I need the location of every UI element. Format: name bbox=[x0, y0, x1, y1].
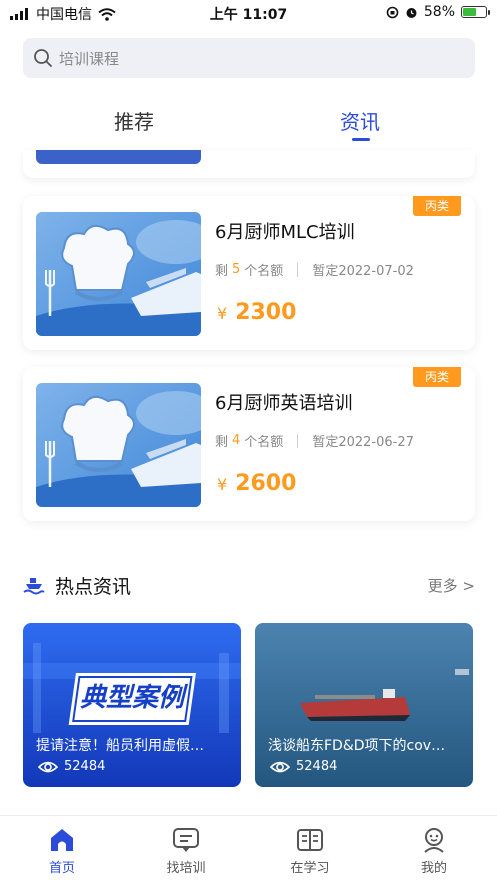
course-thumbnail-partial bbox=[36, 150, 201, 164]
remaining-prefix: 剩 bbox=[215, 264, 229, 279]
home-icon bbox=[51, 829, 73, 851]
tab-news[interactable]: 资讯 bbox=[340, 106, 380, 135]
remaining-count: 4 bbox=[232, 433, 241, 448]
news-title: 浅谈船东FD&D项下的cov… bbox=[268, 738, 446, 754]
course-price: ¥ 2600 bbox=[217, 471, 296, 496]
news-view-count: 52484 bbox=[64, 759, 106, 774]
course-title: 6月厨师MLC培训 bbox=[215, 222, 355, 243]
meta-divider bbox=[297, 433, 299, 448]
nav-learning-label: 在学习 bbox=[290, 861, 330, 876]
chat-icon bbox=[173, 828, 199, 852]
rotation-lock-icon bbox=[386, 6, 399, 18]
course-title: 6月厨师英语培训 bbox=[215, 393, 353, 414]
user-icon bbox=[424, 828, 444, 853]
nav-home[interactable]: 首页 bbox=[22, 826, 102, 876]
course-card[interactable]: 丙类 6月厨师MLC培训 剩 5 个名额 暂定2022-07-02 ¥ 2300 bbox=[23, 196, 475, 350]
meta-divider bbox=[297, 262, 299, 277]
search-bar[interactable]: 培训课程 bbox=[23, 38, 475, 78]
price-amount: 2600 bbox=[235, 471, 297, 496]
news-views: 52484 bbox=[38, 759, 105, 774]
book-icon bbox=[297, 829, 323, 851]
news-card[interactable]: 浅谈船东FD&D项下的cov… 52484 bbox=[255, 623, 473, 787]
news-card[interactable]: 典型案例 提请注意！船员利用虚假… 52484 bbox=[23, 623, 241, 787]
remaining-suffix: 个名额 bbox=[244, 435, 284, 450]
nav-mine[interactable]: 我的 bbox=[394, 826, 474, 876]
battery-icon bbox=[461, 6, 490, 18]
nav-mine-label: 我的 bbox=[420, 861, 447, 876]
status-bar: 中国电信 上午 11:07 58% bbox=[0, 0, 497, 26]
price-currency: ¥ bbox=[217, 475, 228, 494]
status-right: 58% bbox=[386, 4, 490, 20]
remaining-prefix: 剩 bbox=[215, 435, 229, 450]
ship-icon bbox=[23, 578, 45, 595]
news-title: 提请注意！船员利用虚假… bbox=[36, 738, 204, 754]
tab-active-indicator bbox=[352, 138, 370, 141]
course-meta: 剩 4 个名额 暂定2022-06-27 bbox=[215, 431, 414, 450]
battery-percent: 58% bbox=[423, 4, 455, 20]
course-class-badge: 丙类 bbox=[413, 196, 461, 216]
course-meta: 剩 5 个名额 暂定2022-07-02 bbox=[215, 260, 414, 279]
course-thumbnail bbox=[36, 212, 201, 336]
price-amount: 2300 bbox=[235, 300, 297, 325]
news-views: 52484 bbox=[270, 759, 337, 774]
eye-icon bbox=[270, 761, 290, 772]
alarm-icon bbox=[406, 7, 417, 18]
course-class-badge: 丙类 bbox=[413, 367, 461, 387]
more-link[interactable]: 更多 > bbox=[428, 575, 475, 596]
battery-level bbox=[463, 8, 476, 16]
news-banner-text: 典型案例 bbox=[79, 683, 184, 713]
tab-recommend[interactable]: 推荐 bbox=[114, 106, 154, 135]
nav-learning[interactable]: 在学习 bbox=[270, 826, 350, 876]
bottom-nav: 首页 找培训 在学习 我的 bbox=[0, 815, 497, 883]
nav-find-training-label: 找培训 bbox=[166, 861, 206, 876]
tab-bar: 推荐 资讯 bbox=[0, 100, 497, 150]
section-title: 热点资讯 bbox=[55, 576, 132, 598]
search-placeholder: 培训课程 bbox=[59, 49, 120, 68]
remaining-suffix: 个名额 bbox=[244, 264, 284, 279]
course-card[interactable]: 丙类 6月厨师英语培训 剩 4 个名额 暂定2022-06-27 ¥ 2600 bbox=[23, 367, 475, 521]
course-date: 暂定2022-06-27 bbox=[312, 435, 414, 450]
remaining-count: 5 bbox=[232, 262, 241, 277]
nav-home-label: 首页 bbox=[48, 861, 75, 876]
eye-icon bbox=[38, 761, 58, 772]
course-price: ¥ 2300 bbox=[217, 300, 296, 325]
course-card-partial[interactable] bbox=[23, 150, 475, 178]
course-date: 暂定2022-07-02 bbox=[312, 264, 414, 279]
nav-find-training[interactable]: 找培训 bbox=[146, 826, 226, 876]
search-icon bbox=[34, 49, 52, 67]
price-currency: ¥ bbox=[217, 304, 228, 323]
course-thumbnail bbox=[36, 383, 201, 507]
hot-news-header: 热点资讯 更多 > bbox=[23, 570, 475, 600]
news-view-count: 52484 bbox=[296, 759, 338, 774]
